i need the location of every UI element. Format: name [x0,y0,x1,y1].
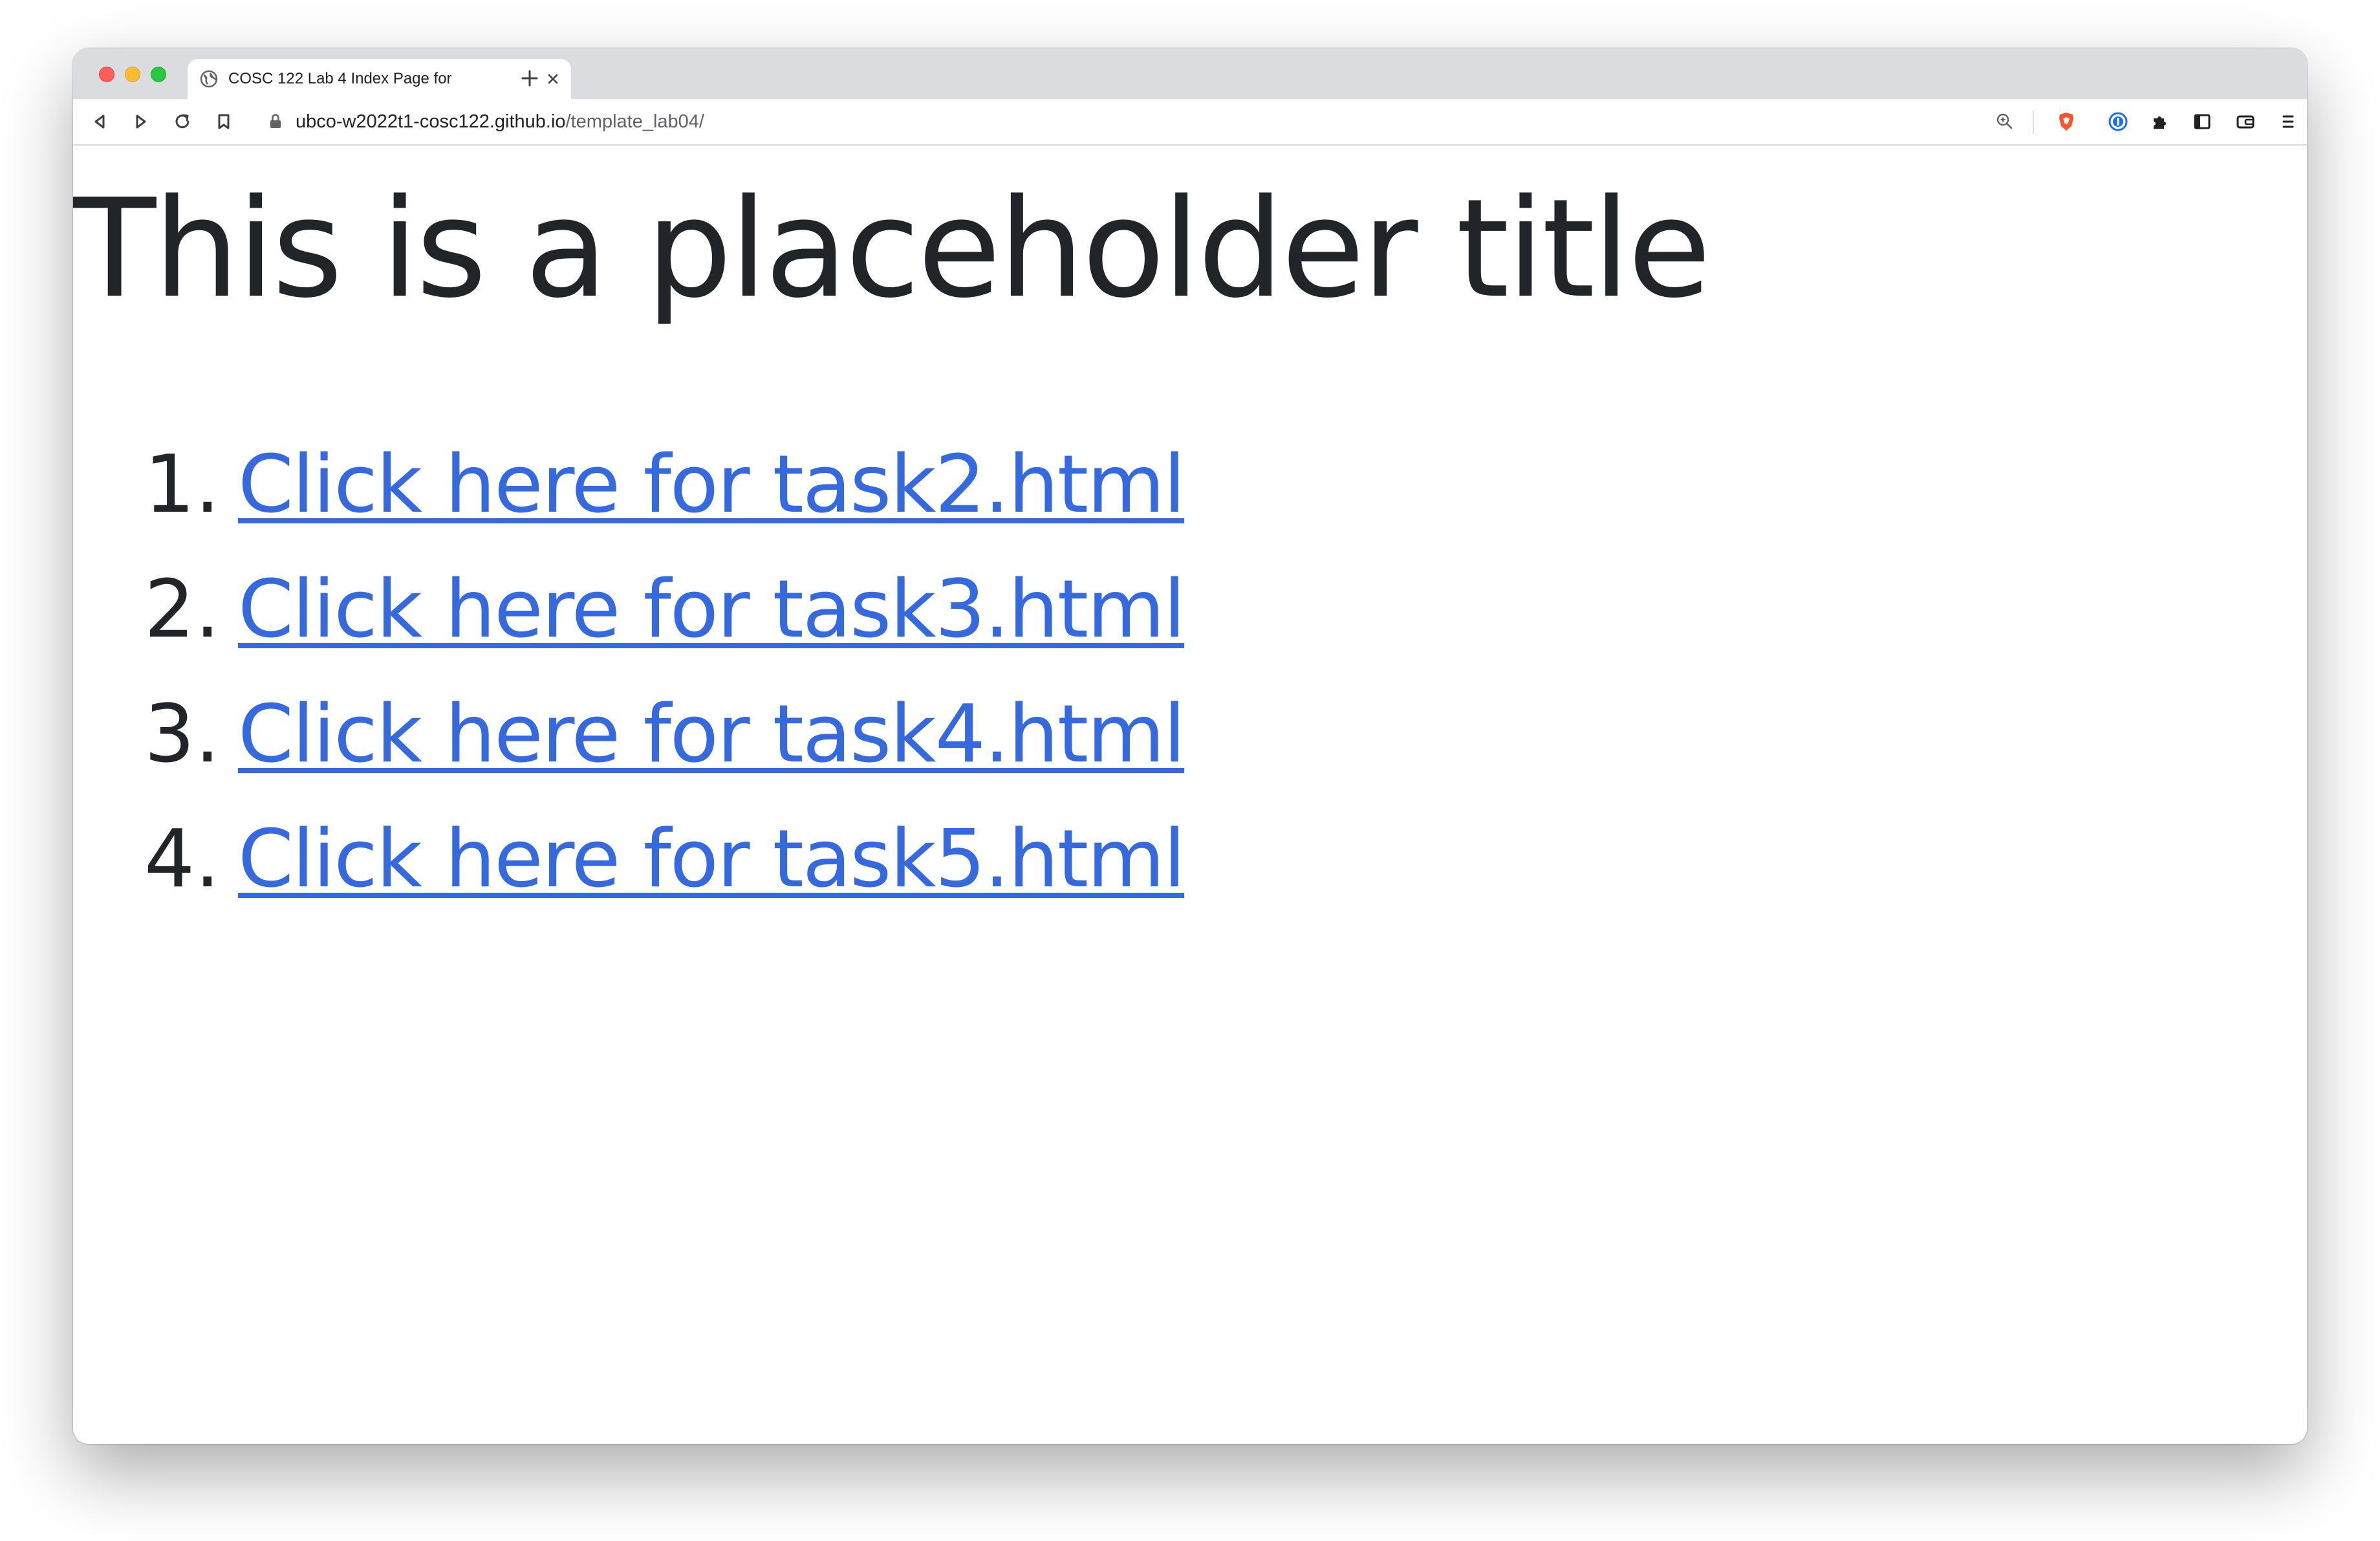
url-text[interactable]: ubco-w2022t1-cosc122.github.io/template_… [296,104,704,139]
address-bar[interactable]: ubco-w2022t1-cosc122.github.io/template_… [255,104,2021,139]
wallet-icon[interactable] [2233,109,2258,134]
close-window-button[interactable] [99,67,114,82]
url-host: ubco-w2022t1-cosc122.github.io [296,111,566,132]
new-tab-icon[interactable] [517,65,543,91]
tab-active[interactable]: COSC 122 Lab 4 Index Page for [188,59,571,99]
menu-icon[interactable] [2276,109,2300,134]
password-manager-icon[interactable] [2106,109,2130,134]
reload-icon[interactable] [170,109,195,134]
zoom-icon[interactable] [1994,111,2016,133]
close-icon[interactable] [543,69,563,89]
zoom-window-button[interactable] [151,67,166,82]
bookmark-icon[interactable] [211,109,236,134]
back-icon[interactable] [87,109,112,134]
task3-link[interactable]: Click here for task3.html [238,547,1185,672]
browser-window: COSC 122 Lab 4 Index Page for ubco-w2022… [73,49,2307,1444]
sidebar-icon[interactable] [2190,109,2214,134]
globe-icon [200,70,218,88]
url-path: /template_lab04/ [565,111,704,132]
task2-link[interactable]: Click here for task2.html [238,422,1185,547]
forward-icon[interactable] [129,109,153,134]
task5-link[interactable]: Click here for task5.html [238,797,1185,922]
toolbar-divider [2033,111,2034,134]
tab-title: COSC 122 Lab 4 Index Page for [228,70,452,87]
tab-strip: COSC 122 Lab 4 Index Page for [73,49,2307,99]
lock-icon[interactable] [267,113,284,131]
brave-shield-icon[interactable] [2054,109,2079,134]
page-content: This is a placeholder title 1. Click her… [73,146,2307,1444]
extensions-icon[interactable] [2147,109,2172,134]
page-title: This is a placeholder title [73,169,1711,328]
toolbar: ubco-w2022t1-cosc122.github.io/template_… [73,99,2307,146]
task4-link[interactable]: Click here for task4.html [238,672,1185,797]
minimize-window-button[interactable] [125,67,140,82]
